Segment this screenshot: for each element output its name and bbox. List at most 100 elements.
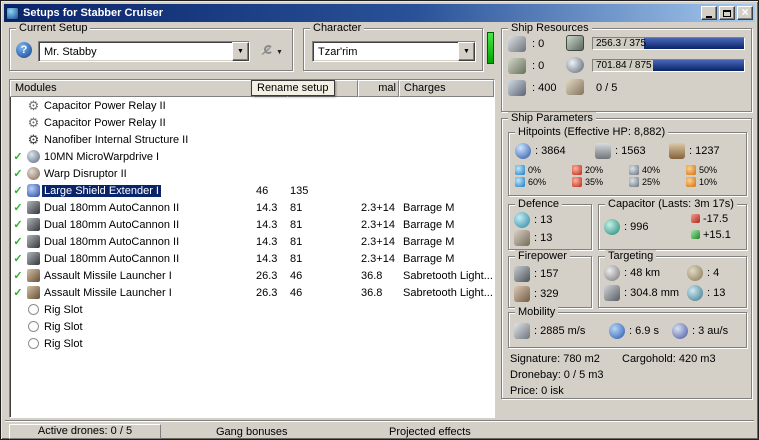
capacitor-usage-value: -17.5: [703, 213, 729, 225]
module-row[interactable]: ✓ Dual 180mm AutoCannon II 14.3 81 2.3+14 Bar…: [11, 199, 493, 216]
module-name: Dual 180mm AutoCannon II: [44, 218, 180, 231]
module-row[interactable]: Capacitor Power Relay II: [11, 114, 493, 131]
module-row[interactable]: ✓ Assault Missile Launcher I 26.3 46 36.8 Sab…: [11, 267, 493, 284]
firepower-group: Firepower : 157 : 329: [508, 250, 592, 308]
help-icon[interactable]: [16, 42, 32, 58]
module-row[interactable]: Rig Slot: [11, 301, 493, 318]
modules-list[interactable]: Modules mal Charges Rename setup Capacit…: [9, 79, 495, 418]
module-name-cell: Rig Slot: [42, 304, 254, 316]
targeting-range-icon: [604, 265, 620, 281]
module-row[interactable]: Rig Slot: [11, 335, 493, 352]
max-targets-value: : 4: [707, 267, 720, 279]
column-header-modules[interactable]: Modules: [10, 80, 253, 97]
armor-defence-value: : 13: [534, 232, 553, 244]
rig-calibration-icon: [566, 79, 584, 95]
launcher-icon: [27, 269, 40, 282]
module-name-cell: Nanofiber Internal Structure II: [42, 134, 254, 146]
module-row[interactable]: Nanofiber Internal Structure II: [11, 131, 493, 148]
missile-damage-icon: [514, 286, 530, 302]
thermal-resist-icon: [572, 177, 582, 187]
module-row[interactable]: ✓ 10MN MicroWarpdrive I: [11, 148, 493, 165]
module-name: Rig Slot: [44, 320, 83, 333]
cpu-bar: 256.3 / 375: [592, 37, 745, 50]
cap-usage-icon: [691, 214, 700, 223]
setup-tools-button[interactable]: [256, 42, 286, 59]
hitpoints-group: Hitpoints (Effective HP: 8,882) : 3864 :…: [508, 126, 747, 196]
drone-capacity-value: : 400: [532, 82, 557, 94]
module-name-cell: Assault Missile Launcher I: [42, 270, 254, 282]
chevron-down-icon[interactable]: [232, 42, 249, 61]
launcher-hardpoint-icon: [508, 58, 526, 74]
column-header-charges[interactable]: Charges: [399, 80, 494, 97]
warp-speed-icon: [672, 323, 688, 339]
close-icon: [741, 7, 748, 19]
module-name: Assault Missile Launcher I: [44, 269, 172, 282]
module-name-cell: Capacitor Power Relay II: [42, 100, 254, 112]
module-icon-cell: [25, 218, 42, 231]
turret-damage-icon: [514, 266, 530, 282]
chevron-down-icon[interactable]: [458, 42, 475, 61]
column-header-optimal[interactable]: mal: [358, 80, 399, 97]
ship-resources-group: Ship Resources : 0 : 0 : 400 256.3 / 375…: [501, 22, 752, 112]
powergrid-bar-fill: [653, 60, 744, 71]
module-rows: Capacitor Power Relay II Capacitor Power …: [11, 97, 493, 416]
max-targets-icon: [687, 265, 703, 281]
module-row[interactable]: Rig Slot: [11, 318, 493, 335]
module-cpu: 14.3: [256, 218, 278, 231]
close-button[interactable]: [737, 6, 753, 20]
module-charge: Sabretooth Light...: [403, 269, 493, 282]
module-charge: Sabretooth Light...: [403, 286, 493, 299]
chevron-down-icon: [276, 45, 283, 57]
turret-hardpoint-icon: [508, 36, 526, 52]
module-name-cell: Warp Disruptor II: [42, 168, 254, 180]
gear-dark-icon: [27, 133, 40, 146]
rig-slot-icon: [28, 304, 39, 315]
armor-hp-icon: [595, 143, 611, 159]
title-bar[interactable]: Setups for Stabber Cruiser: [4, 4, 755, 22]
missile-damage-value: : 329: [534, 288, 559, 300]
module-optimal: 36.8: [361, 286, 383, 299]
module-icon-cell: [25, 338, 42, 349]
module-pg: 81: [290, 252, 303, 265]
capacitor-recharge-value: +15.1: [703, 229, 731, 241]
module-row[interactable]: ✓ Dual 180mm AutoCannon II 14.3 81 2.3+14 Bar…: [11, 216, 493, 233]
module-row[interactable]: ✓ Large Shield Extender I 46 135: [11, 182, 493, 199]
module-row[interactable]: ✓ Warp Disruptor II: [11, 165, 493, 182]
module-name-cell: Dual 180mm AutoCannon II: [42, 202, 254, 214]
cpu-icon: [566, 35, 584, 51]
powergrid-bar-text: 701.84 / 875: [596, 60, 652, 71]
module-row[interactable]: Capacitor Power Relay II: [11, 97, 493, 114]
ship-parameters-label: Ship Parameters: [508, 112, 596, 124]
tab-gang-bonuses[interactable]: Gang bonuses: [216, 426, 288, 438]
module-row[interactable]: ✓ Dual 180mm AutoCannon II 14.3 81 2.3+14 Bar…: [11, 250, 493, 267]
module-name: 10MN MicroWarpdrive I: [44, 150, 160, 163]
module-icon-cell: [25, 321, 42, 332]
module-row[interactable]: ✓ Assault Missile Launcher I 26.3 46 36.8 Sab…: [11, 284, 493, 301]
module-name-cell: Dual 180mm AutoCannon II: [42, 253, 254, 265]
cap-recharge-icon: [691, 230, 700, 239]
module-name: Dual 180mm AutoCannon II: [44, 201, 180, 214]
module-cpu: 46: [256, 184, 269, 197]
window-controls: [701, 6, 753, 20]
module-cpu: 14.3: [256, 235, 278, 248]
module-icon-cell: [25, 235, 42, 248]
active-check-icon: ✓: [13, 287, 23, 299]
module-icon-cell: [25, 286, 42, 299]
minimize-button[interactable]: [701, 6, 717, 20]
setup-combobox[interactable]: Mr. Stabby: [38, 41, 250, 62]
rig-slot-icon: [28, 338, 39, 349]
module-row[interactable]: ✓ Dual 180mm AutoCannon II 14.3 81 2.3+14 Bar…: [11, 233, 493, 250]
module-icon-cell: [25, 99, 42, 112]
module-name: Dual 180mm AutoCannon II: [44, 235, 180, 248]
tab-active-drones[interactable]: Active drones: 0 / 5: [9, 424, 161, 439]
module-pg: 135: [290, 184, 309, 197]
module-charge: Barrage M: [403, 252, 455, 265]
character-group: Character Tzar'rim: [303, 22, 483, 71]
align-time-icon: [609, 323, 625, 339]
powergrid-bar: 701.84 / 875: [592, 59, 745, 72]
app-window: Setups for Stabber Cruiser Current Setup…: [0, 0, 759, 440]
character-combobox[interactable]: Tzar'rim: [312, 41, 476, 62]
tab-projected-effects[interactable]: Projected effects: [389, 426, 471, 438]
shield-recharge-icon: [514, 212, 530, 228]
maximize-button[interactable]: [719, 6, 735, 20]
